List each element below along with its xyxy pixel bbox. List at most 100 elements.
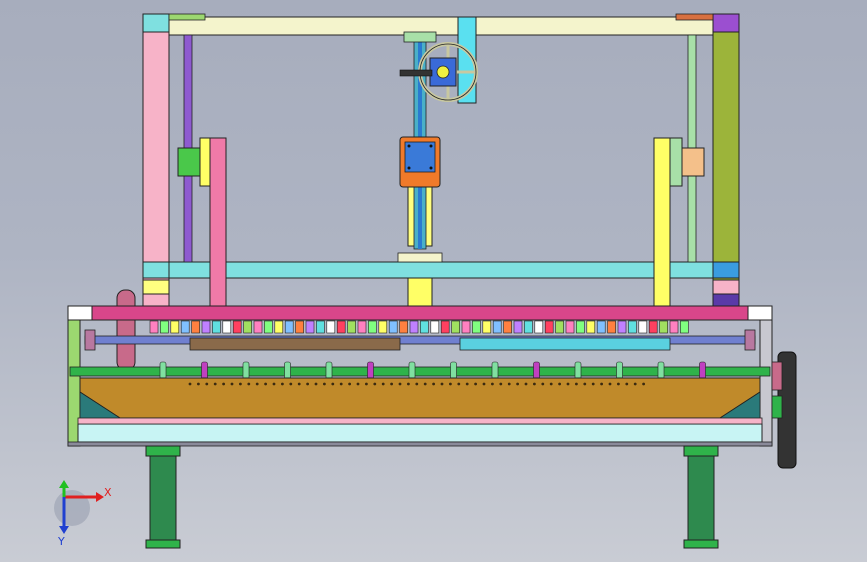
- trough-hole: [407, 382, 410, 386]
- right-post-cap: [712, 13, 740, 33]
- trough-hole: [558, 382, 561, 386]
- bolt-icon: [407, 166, 411, 170]
- right-post-foot: [712, 279, 740, 295]
- left-post-joint: [142, 261, 170, 279]
- trough-hole: [474, 382, 477, 386]
- clamp: [659, 320, 668, 334]
- trough-hole: [449, 382, 452, 386]
- crank-handle[interactable]: [399, 69, 433, 77]
- x-axis-label: X: [104, 486, 112, 499]
- clamp: [503, 320, 512, 334]
- left-leg-foot: [145, 539, 181, 549]
- trough-hole: [365, 382, 368, 386]
- right-slider-plate: [669, 137, 683, 187]
- clamp: [180, 320, 190, 334]
- trough-hole: [323, 382, 326, 386]
- clamp: [232, 320, 242, 334]
- left-shaft-collar: [84, 329, 96, 351]
- clamp: [472, 320, 481, 334]
- coordinate-triad[interactable]: X Y: [54, 480, 112, 548]
- clamp: [461, 320, 471, 334]
- trough-hole: [516, 382, 519, 386]
- bed-right-endcap: [747, 305, 773, 321]
- clamp: [451, 320, 460, 334]
- trough-hole: [272, 382, 276, 386]
- clamp: [534, 320, 544, 334]
- trough-hole: [188, 382, 192, 386]
- trough-hole: [289, 382, 293, 386]
- gear-highlight-lower: [771, 395, 783, 419]
- trough-hole: [297, 382, 301, 386]
- clamp: [607, 320, 616, 334]
- left-post-cap: [142, 13, 170, 33]
- clamp: [347, 320, 356, 334]
- clamp: [430, 320, 440, 334]
- clamp: [357, 320, 367, 334]
- lift-support: [407, 277, 433, 307]
- left-post-foot: [142, 279, 170, 295]
- clamp: [284, 320, 294, 334]
- gear-highlight: [771, 361, 783, 391]
- z-axis-arrowhead: [59, 480, 69, 488]
- trough-hole: [205, 382, 209, 386]
- right-leg: [687, 445, 715, 543]
- legs: [145, 445, 719, 549]
- trough-hole: [213, 382, 217, 386]
- trough-hole: [331, 382, 335, 386]
- clamp: [170, 320, 180, 334]
- trough-hole: [230, 382, 234, 386]
- clamp: [544, 320, 554, 334]
- bed-bottom-edge: [67, 441, 773, 447]
- clamp: [524, 320, 533, 334]
- clamp: [253, 320, 263, 334]
- lift-base-plate: [397, 252, 443, 263]
- clamp: [596, 320, 606, 334]
- triad-origin-shadow: [54, 490, 90, 526]
- gearbox-hub: [436, 65, 450, 79]
- clamp: [368, 320, 377, 334]
- trough-hole: [491, 382, 494, 386]
- trough-hole: [482, 382, 486, 386]
- trough-hole: [507, 382, 511, 386]
- trough-hole: [617, 382, 620, 386]
- clamp: [440, 320, 450, 334]
- trough-hole: [381, 382, 385, 386]
- machine-front-view: X Y: [54, 13, 797, 549]
- machine-bed: [67, 289, 797, 469]
- clamp: [492, 320, 502, 334]
- trough-hole: [608, 382, 612, 386]
- trough-hole: [239, 382, 242, 386]
- trough-hole: [306, 382, 309, 386]
- trough-hole: [533, 382, 536, 386]
- clamp: [482, 320, 492, 334]
- left-leg-top: [145, 445, 181, 457]
- trough-hole: [264, 382, 267, 386]
- left-pulley[interactable]: [116, 289, 136, 371]
- trough-hole: [524, 382, 528, 386]
- clamp: [295, 320, 304, 334]
- x-axis-arrowhead: [96, 492, 104, 502]
- lower-base-rail: [77, 417, 763, 425]
- clamp: [388, 320, 398, 334]
- trough-hole: [339, 382, 343, 386]
- right-leg-top: [683, 445, 719, 457]
- trough-hole: [222, 382, 226, 386]
- upper-shaft-brown: [189, 337, 401, 351]
- right-slider-block: [679, 147, 705, 177]
- middle-beam: [168, 261, 714, 279]
- left-slider-block: [177, 147, 203, 177]
- left-leg: [149, 445, 177, 543]
- lift-top-collar: [403, 31, 437, 43]
- clamp: [628, 320, 637, 334]
- clamp: [264, 320, 273, 334]
- clamp: [680, 320, 689, 334]
- cad-viewport[interactable]: X Y: [0, 0, 867, 562]
- upper-shaft-cyan: [459, 337, 671, 351]
- clamp: [399, 320, 408, 334]
- clamp: [201, 320, 211, 334]
- trough-hole: [541, 382, 545, 386]
- clamp: [212, 320, 221, 334]
- right-post-base: [712, 293, 740, 307]
- y-axis-label: Y: [57, 535, 65, 548]
- clamp: [513, 320, 523, 334]
